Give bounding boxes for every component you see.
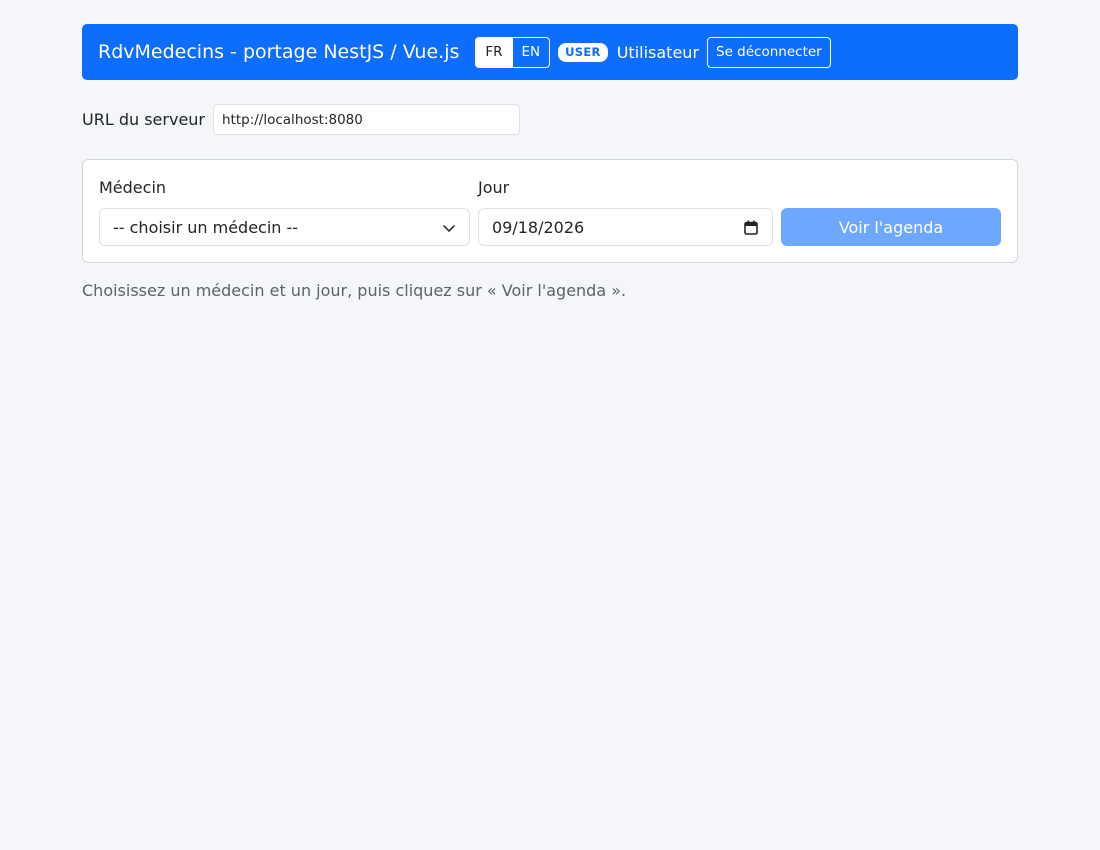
role-badge: USER [558, 42, 608, 62]
top-navbar: RdvMedecins - portage NestJS / Vue.js FR… [82, 24, 1018, 80]
logout-button[interactable]: Se déconnecter [707, 36, 831, 68]
language-switcher: FR EN [475, 36, 551, 68]
doctor-select-value: -- choisir un médecin -- [113, 217, 299, 237]
server-url-input[interactable] [213, 104, 520, 135]
day-date-input[interactable]: 09/18/2026 [478, 208, 773, 246]
language-en-button[interactable]: EN [511, 37, 550, 67]
doctor-label: Médecin [99, 178, 167, 197]
instructions-text: Choisissez un médecin et un jour, puis c… [82, 281, 627, 300]
chevron-down-icon [443, 225, 455, 232]
language-fr-button[interactable]: FR [476, 37, 512, 67]
server-url-label: URL du serveur [82, 110, 205, 129]
view-agenda-button[interactable]: Voir l'agenda [781, 208, 1001, 246]
server-url-row: URL du serveur [82, 104, 520, 135]
day-date-value: 09/18/2026 [492, 217, 585, 237]
app-title: RdvMedecins - portage NestJS / Vue.js [98, 41, 460, 63]
calendar-icon[interactable] [744, 220, 758, 235]
day-label: Jour [478, 178, 510, 197]
agenda-search-card: Médecin Jour -- choisir un médecin -- 09… [82, 159, 1018, 263]
doctor-select[interactable]: -- choisir un médecin -- [99, 208, 470, 246]
user-name: Utilisateur [616, 42, 700, 62]
